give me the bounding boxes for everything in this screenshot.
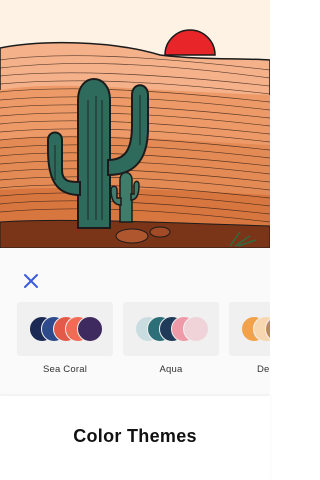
- theme-name: Aqua: [159, 364, 183, 375]
- close-x-icon: [24, 274, 38, 288]
- close-button[interactable]: [20, 270, 42, 292]
- swatch: [183, 316, 209, 342]
- page-title: Color Themes: [73, 426, 197, 446]
- theme-name: Sea Coral: [42, 364, 88, 375]
- themes-carousel[interactable]: Sea Coral Aqua De: [0, 302, 270, 392]
- footer: Color Themes: [0, 396, 270, 480]
- swatch: [77, 316, 103, 342]
- theme-card-sea-coral[interactable]: [17, 302, 113, 356]
- theme-card-aqua[interactable]: [123, 302, 219, 356]
- desert-artwork[interactable]: [0, 0, 270, 248]
- theme-name: De: [257, 364, 270, 375]
- theme-card-de[interactable]: [229, 302, 270, 356]
